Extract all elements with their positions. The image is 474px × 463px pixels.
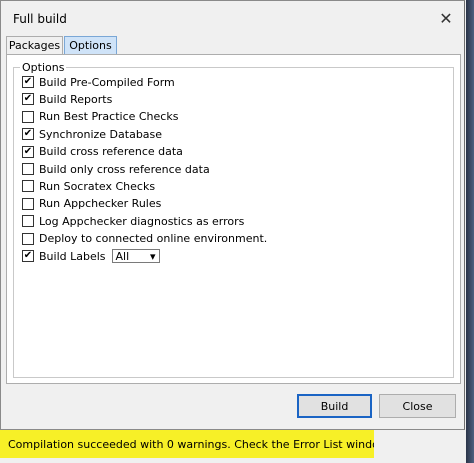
checkbox[interactable] — [22, 215, 34, 228]
option-label: Build Labels — [39, 249, 106, 263]
tab-options[interactable]: Options — [64, 36, 117, 54]
checkbox[interactable] — [22, 145, 34, 158]
option-label: Build only cross reference data — [39, 162, 210, 176]
option-label: Build cross reference data — [39, 145, 183, 159]
tab-packages[interactable]: Packages — [6, 36, 63, 54]
options-group-label: Options — [20, 61, 67, 74]
select-value: All — [115, 249, 130, 263]
build-button[interactable]: Build — [297, 394, 372, 418]
close-icon[interactable]: ✕ — [433, 7, 459, 29]
option-label: Log Appchecker diagnostics as errors — [39, 214, 245, 228]
build-labels-select[interactable]: All ▾ — [111, 249, 160, 263]
full-build-dialog: Full build ✕ Packages Options Options Bu… — [0, 0, 465, 430]
dialog-title: Full build — [13, 12, 67, 26]
option-build-pre-compiled-form[interactable]: Build Pre-Compiled Form — [22, 74, 175, 90]
checkbox[interactable] — [22, 93, 34, 106]
option-label: Run Appchecker Rules — [39, 197, 162, 211]
option-label: Build Reports — [39, 92, 113, 106]
checkbox[interactable] — [22, 197, 34, 210]
checkbox[interactable] — [22, 232, 34, 245]
option-label: Run Best Practice Checks — [39, 110, 179, 124]
close-button[interactable]: Close — [379, 394, 456, 418]
option-build-cross-reference-data[interactable]: Build cross reference data — [22, 144, 183, 160]
options-panel: Options Build Pre-Compiled Form Build Re… — [6, 54, 461, 384]
option-run-socratex-checks[interactable]: Run Socratex Checks — [22, 178, 155, 194]
option-build-only-cross-reference-data[interactable]: Build only cross reference data — [22, 161, 210, 177]
status-message: Compilation succeeded with 0 warnings. C… — [0, 430, 374, 458]
checkbox[interactable] — [22, 163, 34, 175]
option-run-appchecker-rules[interactable]: Run Appchecker Rules — [22, 196, 161, 212]
option-synchronize-database[interactable]: Synchronize Database — [22, 126, 162, 142]
checkbox[interactable] — [22, 76, 34, 88]
option-log-appchecker-diagnostics[interactable]: Log Appchecker diagnostics as errors — [22, 213, 244, 229]
checkbox[interactable] — [22, 250, 34, 262]
option-build-labels[interactable]: Build Labels All ▾ — [22, 248, 160, 264]
option-label: Synchronize Database — [39, 127, 163, 141]
checkbox[interactable] — [22, 128, 34, 141]
option-build-reports[interactable]: Build Reports — [22, 91, 112, 107]
option-run-best-practice-checks[interactable]: Run Best Practice Checks — [22, 109, 178, 125]
option-label: Deploy to connected online environment. — [39, 232, 268, 246]
window-edge — [466, 0, 474, 463]
option-deploy-online-environment[interactable]: Deploy to connected online environment. — [22, 231, 267, 247]
chevron-down-icon: ▾ — [149, 249, 156, 263]
option-label: Build Pre-Compiled Form — [39, 75, 175, 89]
checkbox[interactable] — [22, 110, 34, 123]
option-label: Run Socratex Checks — [39, 179, 156, 193]
checkbox[interactable] — [22, 180, 34, 193]
options-group: Options Build Pre-Compiled Form Build Re… — [13, 61, 454, 378]
